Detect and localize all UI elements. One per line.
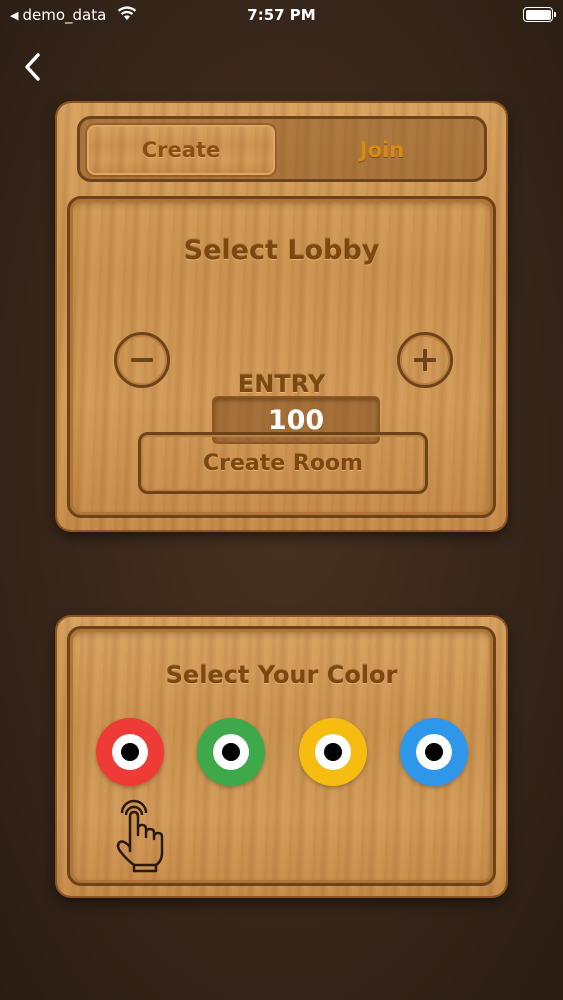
battery-icon [523, 7, 556, 22]
color-option-green[interactable] [197, 718, 265, 786]
tab-bar: Create Join [77, 116, 487, 182]
lobby-inset: Select Lobby 100 ENTRY Create Room [67, 196, 496, 518]
status-bar: ◀ demo_data 7:57 PM [0, 0, 563, 30]
color-inset: Select Your Color [67, 626, 496, 886]
chevron-left-icon [25, 53, 40, 81]
color-option-yellow[interactable] [299, 718, 367, 786]
status-time: 7:57 PM [247, 6, 316, 24]
tap-hand-icon [116, 799, 164, 873]
create-room-button[interactable]: Create Room [138, 432, 428, 494]
tab-join[interactable]: Join [286, 123, 478, 177]
back-button[interactable] [18, 50, 46, 84]
lobby-panel: Create Join Select Lobby 100 ENTRY Creat… [57, 103, 506, 530]
lobby-title: Select Lobby [183, 235, 380, 266]
color-title: Select Your Color [165, 661, 398, 689]
color-option-blue[interactable] [400, 718, 468, 786]
entry-label: ENTRY [237, 370, 326, 398]
tab-create[interactable]: Create [85, 123, 277, 177]
color-option-red[interactable] [96, 718, 164, 786]
color-panel: Select Your Color [57, 617, 506, 896]
